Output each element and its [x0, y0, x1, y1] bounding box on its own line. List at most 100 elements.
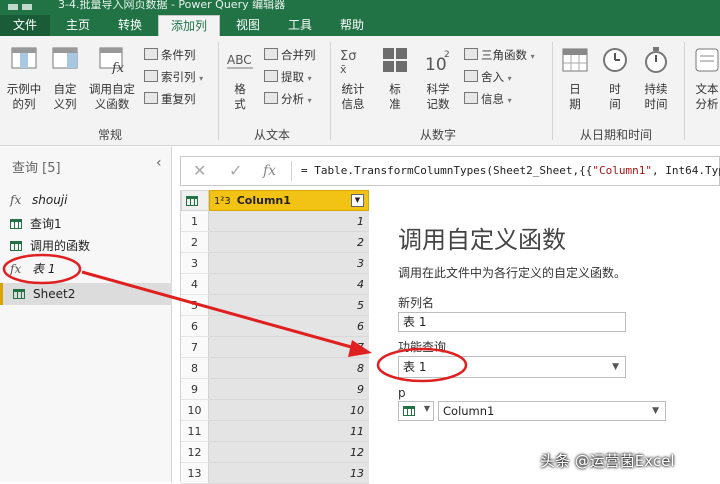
tab-home[interactable]: 主页	[56, 15, 100, 36]
table-row[interactable]: 88	[181, 358, 371, 379]
rounding-button[interactable]: 舍入 ▾	[464, 68, 512, 86]
table-row[interactable]: 55	[181, 295, 371, 316]
formula-separator	[291, 161, 292, 181]
query-item-table1[interactable]: fx 表 1	[0, 258, 172, 280]
query-item-shouji[interactable]: fx shouji	[0, 189, 172, 211]
window-title: 3-4.批量导入网页数据 - Power Query 编辑器	[58, 0, 286, 10]
query-item-query1[interactable]: 查询1	[0, 213, 172, 235]
cell-value[interactable]: 5	[209, 295, 369, 316]
format-button[interactable]: ABC 格 式	[224, 46, 256, 112]
table-row[interactable]: 13 13	[181, 463, 371, 484]
table-menu-button[interactable]	[181, 190, 209, 211]
cancel-icon[interactable]: ✕	[193, 161, 206, 180]
table-row[interactable]: 33	[181, 253, 371, 274]
data-grid: 1²3 Column1 ▼ 1 1 2 2 3 3 4 4 5 5 6 6 7 7 8 8 9 9 10 10 11 11 1…	[180, 190, 371, 484]
merge-columns-button[interactable]: 合并列	[264, 46, 316, 64]
duplicate-column-button[interactable]: 重复列	[144, 90, 196, 108]
new-column-name-input[interactable]: 表 1	[398, 312, 626, 332]
text-analytics-icon	[695, 48, 719, 72]
row-number: 4	[181, 274, 209, 295]
tab-file[interactable]: 文件	[0, 15, 50, 36]
tab-add-column[interactable]: 添加列	[158, 15, 220, 36]
formula-input[interactable]: = Table.TransformColumnTypes(Sheet2_Shee…	[301, 164, 720, 177]
svg-text:2: 2	[444, 50, 450, 60]
cell-value[interactable]: 10	[209, 400, 369, 421]
ribbon-separator	[330, 42, 331, 140]
invoke-custom-function-button[interactable]: fx 调用自定 义函数	[86, 46, 138, 112]
date-button[interactable]: 日 期	[558, 46, 592, 112]
table-row[interactable]: 22	[181, 232, 371, 253]
format-icon: ABC	[227, 53, 253, 69]
grid-header: 1²3 Column1 ▼	[181, 190, 371, 211]
cell-value[interactable]: 13	[209, 463, 369, 484]
queries-header: 查询 [5]	[12, 161, 61, 176]
standard-button[interactable]: 标 准	[378, 46, 412, 112]
custom-column-button[interactable]: 自定 义列	[48, 46, 82, 112]
scientific-button[interactable]: 10 2 科学 记数	[418, 46, 458, 112]
row-number: 11	[181, 421, 209, 442]
collapse-icon[interactable]: ‹	[156, 155, 162, 171]
query-item-sheet2[interactable]: Sheet2	[0, 283, 172, 305]
group-general-label: 常规	[97, 128, 122, 142]
parse-icon	[264, 92, 278, 104]
trigonometry-button[interactable]: 三角函数 ▾	[464, 46, 535, 64]
tab-tools[interactable]: 工具	[278, 15, 322, 36]
parameter-type-button[interactable]: ▼	[398, 401, 434, 421]
extract-button[interactable]: 提取 ▾	[264, 68, 312, 86]
statistics-button[interactable]: Σσ x̄ 统计 信息	[336, 46, 370, 112]
whole-number-type-icon[interactable]: 1²3	[214, 196, 231, 207]
row-number: 9	[181, 379, 209, 400]
table-row[interactable]: 44	[181, 274, 371, 295]
filter-dropdown-icon[interactable]: ▼	[351, 194, 364, 207]
table-icon	[13, 289, 25, 299]
function-query-select[interactable]: 表 1 ▼	[398, 356, 626, 378]
cell-value[interactable]: 11	[209, 421, 369, 442]
quick-access-toolbar[interactable]	[8, 1, 52, 10]
parameter-column-select[interactable]: Column1 ▼	[438, 401, 666, 421]
time-button[interactable]: 时 间	[598, 46, 632, 112]
column-from-examples-button[interactable]: 示例中 的列	[4, 46, 44, 112]
index-column-button[interactable]: 索引列 ▾	[144, 68, 203, 86]
table-row[interactable]: 66	[181, 316, 371, 337]
ribbon-separator	[684, 42, 685, 140]
table-row[interactable]: 10 10	[181, 400, 371, 421]
trigonometry-icon	[464, 48, 478, 60]
table-row[interactable]: 12 12	[181, 442, 371, 463]
conditional-column-button[interactable]: 条件列	[144, 46, 196, 64]
cell-value[interactable]: 7	[209, 337, 369, 358]
table-row[interactable]: 99	[181, 379, 371, 400]
scientific-icon: 102	[425, 50, 450, 75]
text-analytics-button[interactable]: 文本 分析	[690, 46, 720, 112]
information-button[interactable]: 信息 ▾	[464, 90, 512, 108]
clock-icon	[603, 48, 627, 72]
cell-value[interactable]: 8	[209, 358, 369, 379]
ribbon-tabs: 文件 主页 转换 添加列 视图 工具 帮助	[0, 10, 720, 36]
row-number: 2	[181, 232, 209, 253]
table-row[interactable]: 11 11	[181, 421, 371, 442]
table-row[interactable]: 11	[181, 211, 371, 232]
check-icon[interactable]: ✓	[229, 161, 242, 180]
cell-value[interactable]: 6	[209, 316, 369, 337]
cell-value[interactable]: 12	[209, 442, 369, 463]
tab-transform[interactable]: 转换	[108, 15, 152, 36]
row-number: 5	[181, 295, 209, 316]
tab-help[interactable]: 帮助	[330, 15, 374, 36]
query-item-invoked-function[interactable]: 调用的函数	[0, 235, 172, 257]
tab-view[interactable]: 视图	[226, 15, 270, 36]
cell-value[interactable]: 3	[209, 253, 369, 274]
dialog-title: 调用自定义函数	[398, 226, 566, 254]
invoke-custom-function-dialog: 调用自定义函数 调用在此文件中为各行定义的自定义函数。 新列名 表 1 功能查询…	[380, 190, 720, 482]
duration-button[interactable]: 持续 时间	[638, 46, 674, 112]
ribbon-separator	[552, 42, 553, 140]
parse-button[interactable]: 分析 ▾	[264, 90, 312, 108]
function-icon[interactable]: fx	[263, 163, 276, 179]
rounding-icon	[464, 70, 478, 82]
row-number: 8	[181, 358, 209, 379]
column-header-column1[interactable]: 1²3 Column1 ▼	[209, 190, 369, 211]
cell-value[interactable]: 4	[209, 274, 369, 295]
table-row[interactable]: 77	[181, 337, 371, 358]
cell-value[interactable]: 1	[209, 211, 369, 232]
cell-value[interactable]: 9	[209, 379, 369, 400]
chevron-down-icon: ▼	[652, 406, 659, 416]
cell-value[interactable]: 2	[209, 232, 369, 253]
